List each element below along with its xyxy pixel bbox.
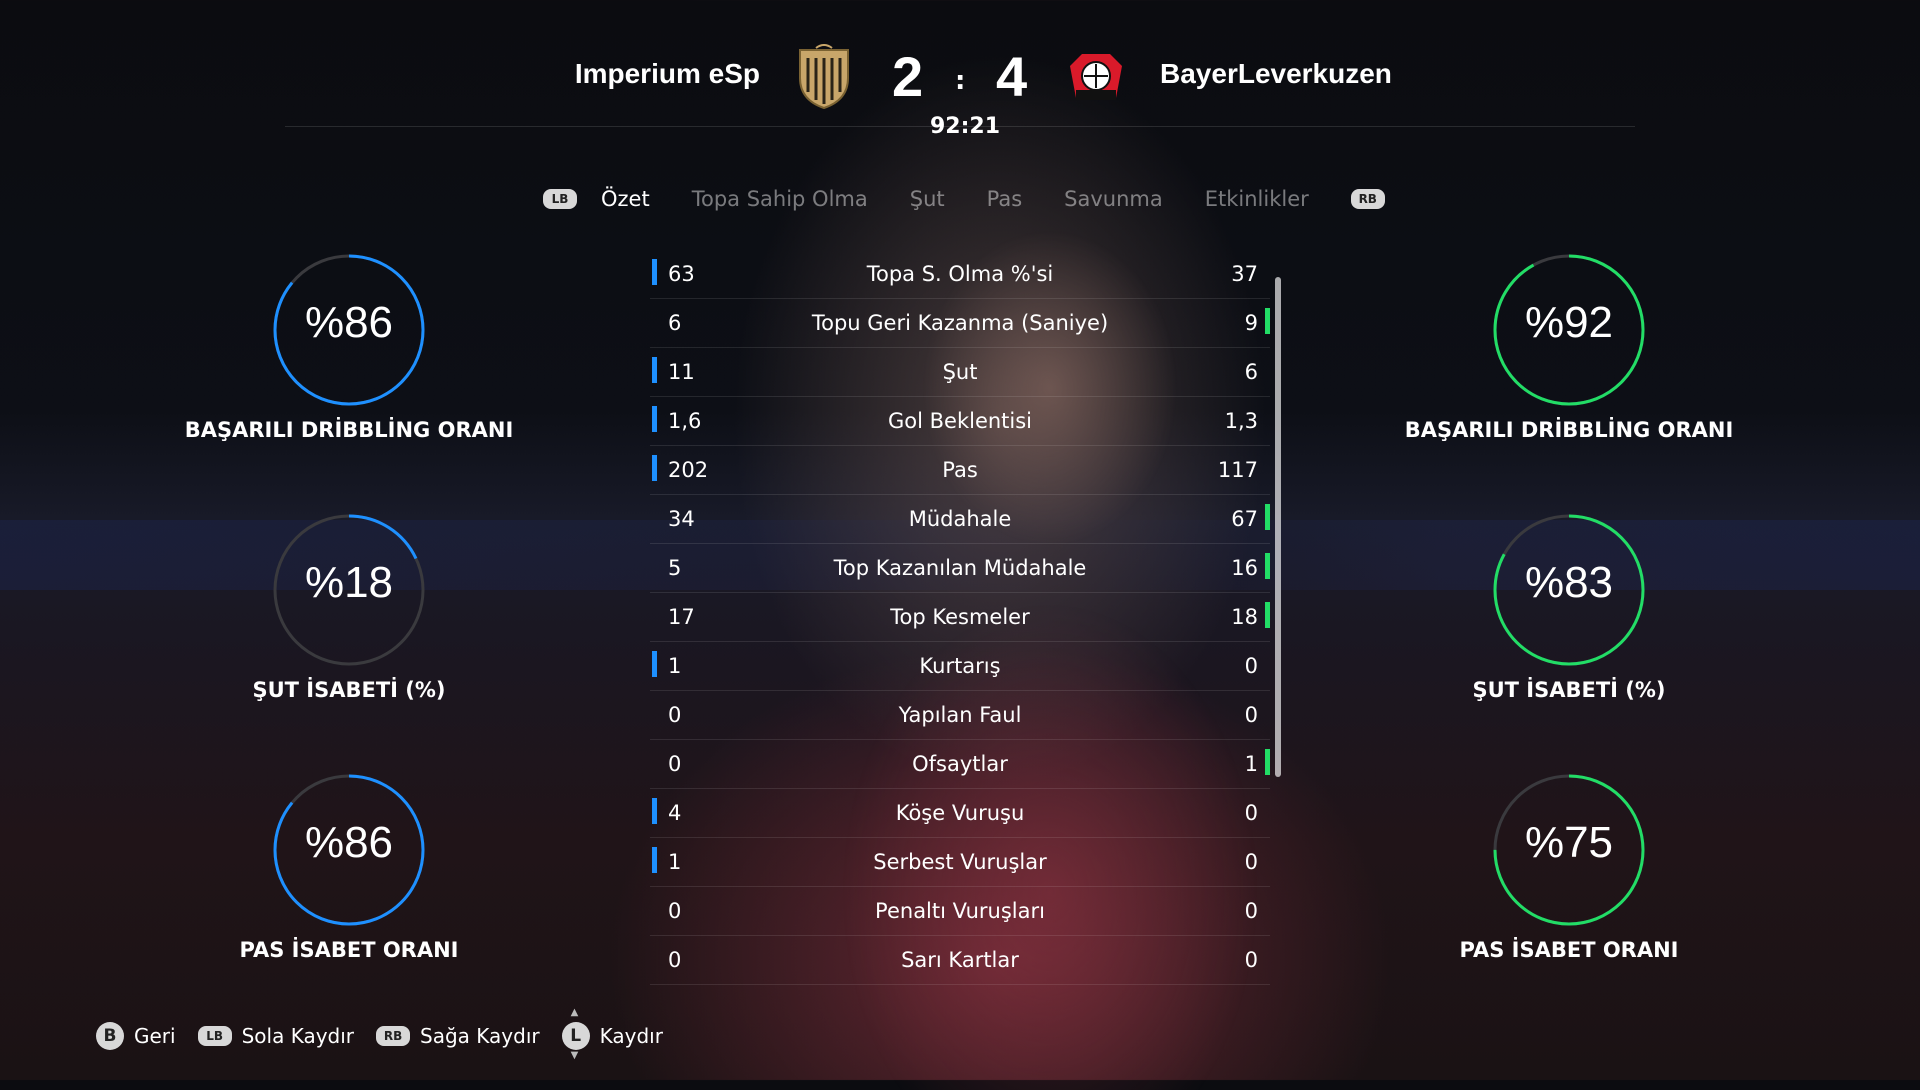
stat-away-value: 0 <box>1244 948 1258 972</box>
scroll-label: Kaydır <box>599 1024 663 1048</box>
home-crest-icon <box>799 44 849 110</box>
scroll-left-label: Sola Kaydır <box>241 1024 355 1048</box>
away-gauge-value: %83 <box>1524 558 1614 607</box>
stat-away-value: 0 <box>1244 899 1258 923</box>
back-label: Geri <box>134 1024 176 1048</box>
rb-button-icon: RB <box>376 1026 411 1046</box>
tab-sut[interactable]: Şut <box>910 187 945 211</box>
scroll-right-label: Sağa Kaydır <box>420 1024 540 1048</box>
stat-away-value: 1,3 <box>1224 409 1258 433</box>
stat-away-value: 67 <box>1231 507 1258 531</box>
stat-label: Ofsaytlar <box>912 752 1008 776</box>
home-gauge: %86 <box>259 250 439 410</box>
home-gauge-label: ŞUT İSABETİ (%) <box>252 678 446 702</box>
stat-row: 11 Şut 6 <box>650 348 1270 397</box>
stat-label: Şut <box>942 360 978 384</box>
stat-row: 0 Penaltı Vuruşları 0 <box>650 887 1270 936</box>
stat-label: Yapılan Faul <box>898 703 1022 727</box>
score-separator: : <box>955 66 966 96</box>
stat-label: Serbest Vuruşlar <box>873 850 1047 874</box>
away-crest-icon <box>1070 54 1122 100</box>
stat-row: 63 Topa S. Olma %'si 37 <box>650 250 1270 299</box>
away-gauge: %75 <box>1479 770 1659 930</box>
home-gauge-label: PAS İSABET ORANI <box>239 938 459 962</box>
home-gauge-value: %86 <box>304 298 394 347</box>
stat-away-value: 16 <box>1231 556 1258 580</box>
stat-away-value: 0 <box>1244 703 1258 727</box>
away-gauge-label: BAŞARILI DRİBBLİNG ORANI <box>1404 418 1734 442</box>
stat-away-value: 6 <box>1244 360 1258 384</box>
stat-label: Kurtarış <box>919 654 1001 678</box>
away-gauge-label: PAS İSABET ORANI <box>1459 938 1679 962</box>
home-gauge-value: %18 <box>304 558 394 607</box>
away-gauge-value: %75 <box>1524 818 1614 867</box>
tab-etkinlikler[interactable]: Etkinlikler <box>1205 187 1309 211</box>
stat-label: Topa S. Olma %'si <box>866 262 1054 286</box>
stat-label: Sarı Kartlar <box>901 948 1019 972</box>
away-gauge: %83 <box>1479 510 1659 670</box>
stat-label: Köşe Vuruşu <box>895 801 1025 825</box>
left-stick-icon: ▲ L ▼ <box>561 1007 590 1061</box>
footer-controls: B Geri LB Sola Kaydır RB Sağa Kaydır ▲ L… <box>96 1007 685 1061</box>
scroll-left-control[interactable]: LB Sola Kaydır <box>197 1024 355 1048</box>
tab-topa-sahip-olma[interactable]: Topa Sahip Olma <box>692 187 868 211</box>
stat-row: 202 Pas 117 <box>650 446 1270 495</box>
stat-row: 0 Ofsaytlar 1 <box>650 740 1270 789</box>
tab-savunma[interactable]: Savunma <box>1064 187 1163 211</box>
away-team-name: BayerLeverkuzen <box>1160 58 1392 89</box>
stat-label: Topu Geri Kazanma (Saniye) <box>811 311 1109 335</box>
stats-scrollbar[interactable] <box>1275 277 1281 777</box>
home-gauge-value: %86 <box>304 818 394 867</box>
b-button-icon: B <box>96 1022 124 1050</box>
stat-row: 0 Sarı Kartlar 0 <box>650 936 1270 985</box>
stat-row: 1 Serbest Vuruşlar 0 <box>650 838 1270 887</box>
away-gauge-label: ŞUT İSABETİ (%) <box>1472 678 1666 702</box>
away-gauge: %92 <box>1479 250 1659 410</box>
home-gauge-label: BAŞARILI DRİBBLİNG ORANI <box>184 418 514 442</box>
stat-label: Top Kazanılan Müdahale <box>833 556 1087 580</box>
lb-button-icon[interactable]: LB <box>543 189 577 209</box>
stat-row: 17 Top Kesmeler 18 <box>650 593 1270 642</box>
stat-away-value: 9 <box>1244 311 1258 335</box>
stat-away-value: 37 <box>1231 262 1258 286</box>
stat-label: Gol Beklentisi <box>887 409 1033 433</box>
stat-row: 6 Topu Geri Kazanma (Saniye) 9 <box>650 299 1270 348</box>
stat-row: 5 Top Kazanılan Müdahale 16 <box>650 544 1270 593</box>
stat-away-value: 117 <box>1217 458 1258 482</box>
stat-away-value: 18 <box>1231 605 1258 629</box>
stat-label: Penaltı Vuruşları <box>875 899 1045 923</box>
scroll-right-control[interactable]: RB Sağa Kaydır <box>376 1024 540 1048</box>
tab-pas[interactable]: Pas <box>987 187 1023 211</box>
scroll-control[interactable]: ▲ L ▼ Kaydır <box>561 1007 663 1061</box>
stat-row: 34 Müdahale 67 <box>650 495 1270 544</box>
stat-away-value: 1 <box>1244 752 1258 776</box>
stat-away-value: 0 <box>1244 801 1258 825</box>
stat-row: 1,6 Gol Beklentisi 1,3 <box>650 397 1270 446</box>
home-gauge: %86 <box>259 770 439 930</box>
stat-row: 4 Köşe Vuruşu 0 <box>650 789 1270 838</box>
away-score: 4 <box>996 45 1028 108</box>
back-control[interactable]: B Geri <box>96 1022 176 1050</box>
home-gauge: %18 <box>259 510 439 670</box>
stat-away-value: 0 <box>1244 850 1258 874</box>
away-gauge-value: %92 <box>1524 298 1614 347</box>
stats-table[interactable]: 63 Topa S. Olma %'si 37 6 Topu Geri Kazanma … <box>650 250 1270 985</box>
stat-label: Müdahale <box>908 507 1012 531</box>
stat-away-value: 0 <box>1244 654 1258 678</box>
stat-label: Pas <box>942 458 978 482</box>
rb-button-icon[interactable]: RB <box>1350 189 1385 209</box>
stat-label: Top Kesmeler <box>890 605 1030 629</box>
stats-tab-bar: LB Özet Topa Sahip Olma Şut Pas Savunma … <box>543 182 1385 216</box>
stat-row: 1 Kurtarış 0 <box>650 642 1270 691</box>
header-divider <box>285 126 1635 127</box>
home-team-name: Imperium eSp <box>574 58 760 89</box>
home-score: 2 <box>892 45 924 108</box>
stat-row: 0 Yapılan Faul 0 <box>650 691 1270 740</box>
lb-button-icon: LB <box>197 1026 232 1046</box>
tab-ozet[interactable]: Özet <box>601 187 650 211</box>
